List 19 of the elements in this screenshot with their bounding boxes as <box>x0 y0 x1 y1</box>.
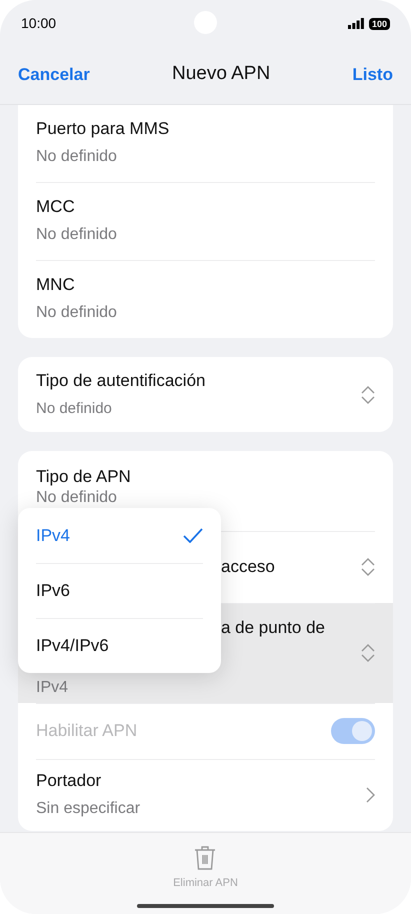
battery-indicator: 100 <box>368 18 390 30</box>
setting-title: MCC <box>36 196 76 218</box>
setting-title: Tipo de autentificación <box>36 370 206 392</box>
setting-title: acceso <box>220 556 276 578</box>
setting-title: Portador <box>36 770 102 792</box>
setting-title: a de punto de <box>220 617 326 639</box>
setting-title: Puerto para MMS <box>36 118 170 140</box>
setting-value: Sin especificar <box>36 799 142 819</box>
setting-value: No definido <box>36 398 113 418</box>
setting-value: No definido <box>36 225 118 245</box>
setting-value: No definido <box>36 303 118 323</box>
setting-title: Tipo de APN <box>36 466 132 488</box>
screen-title: Nuevo APN <box>172 62 270 86</box>
setting-title: MNC <box>36 274 76 296</box>
setting-value: IPv4 <box>36 678 70 698</box>
setting-value: No definido <box>36 490 118 506</box>
setting-value: No definido <box>36 147 118 167</box>
setting-title: Habilitar APN <box>36 720 138 742</box>
status-time: 10:00 <box>21 14 56 33</box>
